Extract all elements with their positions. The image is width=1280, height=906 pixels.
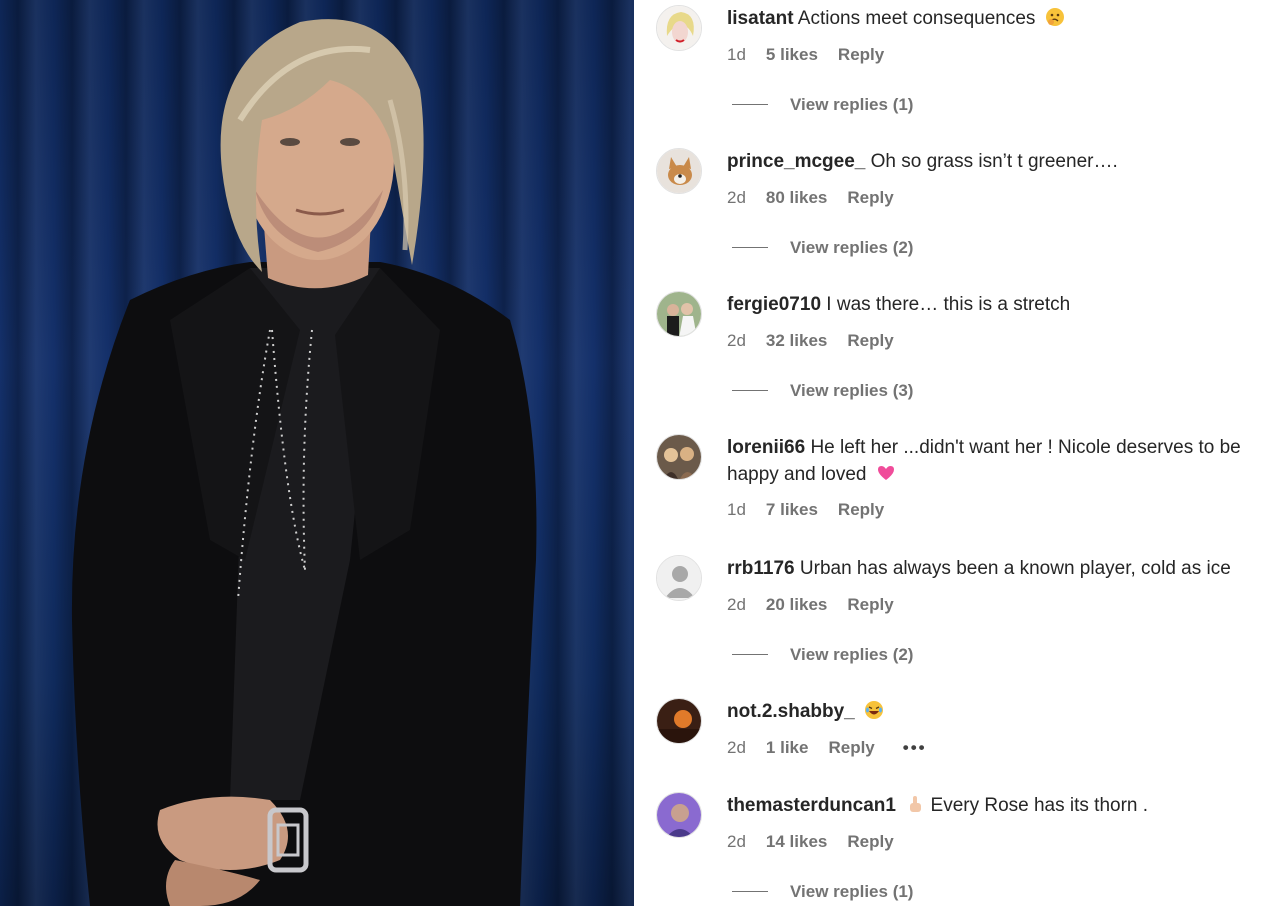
comments-list: lisatant Actions meet consequences 1d 5 l… bbox=[634, 0, 1280, 906]
likes-count[interactable]: 32 likes bbox=[766, 331, 827, 350]
avatar[interactable] bbox=[656, 698, 702, 744]
likes-count[interactable]: 5 likes bbox=[766, 45, 818, 64]
default-avatar-icon bbox=[657, 556, 701, 600]
comment-text: Actions meet consequences bbox=[797, 8, 1036, 29]
username[interactable]: themasterduncan1 bbox=[727, 795, 896, 816]
reply-button[interactable]: Reply bbox=[847, 331, 893, 350]
username[interactable]: not.2.shabby_ bbox=[727, 701, 855, 722]
divider bbox=[732, 104, 768, 105]
avatar-group-photo-icon bbox=[657, 435, 701, 479]
avatar[interactable] bbox=[656, 792, 702, 838]
avatar[interactable] bbox=[656, 5, 702, 51]
view-replies-label: View replies (3) bbox=[790, 381, 914, 400]
divider bbox=[732, 247, 768, 248]
reply-button[interactable]: Reply bbox=[838, 45, 884, 64]
view-replies-button[interactable]: View replies (2) bbox=[732, 238, 913, 258]
username[interactable]: fergie0710 bbox=[727, 294, 821, 315]
comment-time: 2d bbox=[727, 832, 746, 851]
view-replies-label: View replies (2) bbox=[790, 645, 914, 664]
comment-text: Oh so grass isn’t t greener…. bbox=[870, 151, 1118, 172]
avatar-portrait-icon bbox=[657, 793, 701, 837]
thinking-face-emoji-icon bbox=[1045, 8, 1064, 26]
laughing-face-emoji-icon bbox=[865, 701, 884, 719]
view-replies-label: View replies (1) bbox=[790, 95, 914, 114]
view-replies-button[interactable]: View replies (3) bbox=[732, 381, 913, 401]
likes-count[interactable]: 7 likes bbox=[766, 500, 818, 519]
avatar[interactable] bbox=[656, 148, 702, 194]
man-in-black-suit-photo bbox=[71, 19, 537, 906]
reply-button[interactable]: Reply bbox=[838, 500, 884, 519]
username[interactable]: prince_mcgee_ bbox=[727, 151, 865, 172]
pink-heart-emoji-icon bbox=[877, 466, 894, 480]
pointing-up-emoji-icon bbox=[910, 796, 922, 812]
comment-text: I was there… this is a stretch bbox=[826, 294, 1071, 315]
reply-button[interactable]: Reply bbox=[828, 738, 874, 757]
likes-count[interactable]: 14 likes bbox=[766, 832, 827, 851]
comment-text: Urban has always been a known player, co… bbox=[799, 558, 1231, 579]
likes-count[interactable]: 80 likes bbox=[766, 188, 827, 207]
username[interactable]: lisatant bbox=[727, 8, 794, 29]
featured-photo bbox=[0, 0, 634, 906]
comment-time: 1d bbox=[727, 45, 746, 64]
view-replies-label: View replies (1) bbox=[790, 882, 914, 901]
avatar[interactable] bbox=[656, 291, 702, 337]
reply-button[interactable]: Reply bbox=[847, 832, 893, 851]
view-replies-button[interactable]: View replies (1) bbox=[732, 95, 913, 115]
username[interactable]: rrb1176 bbox=[727, 558, 795, 579]
divider bbox=[732, 654, 768, 655]
reply-button[interactable]: Reply bbox=[847, 595, 893, 614]
divider bbox=[732, 891, 768, 892]
comment-time: 1d bbox=[727, 500, 746, 519]
comment-time: 2d bbox=[727, 595, 746, 614]
likes-count[interactable]: 20 likes bbox=[766, 595, 827, 614]
comment-time: 2d bbox=[727, 331, 746, 350]
divider bbox=[732, 390, 768, 391]
likes-count[interactable]: 1 like bbox=[766, 738, 809, 757]
username[interactable]: lorenii66 bbox=[727, 437, 805, 458]
comment-time: 2d bbox=[727, 738, 746, 757]
avatar[interactable] bbox=[656, 555, 702, 601]
view-replies-button[interactable]: View replies (1) bbox=[732, 882, 913, 902]
comment-time: 2d bbox=[727, 188, 746, 207]
view-replies-button[interactable]: View replies (2) bbox=[732, 645, 913, 665]
more-options-icon[interactable]: ••• bbox=[903, 738, 927, 757]
reply-button[interactable]: Reply bbox=[847, 188, 893, 207]
comment-text: He left her ...didn't want her ! Nicole … bbox=[727, 437, 1241, 485]
avatar[interactable] bbox=[656, 434, 702, 480]
avatar-couple-icon bbox=[657, 292, 701, 336]
avatar-lisatant-icon bbox=[657, 6, 701, 50]
avatar-sunset-icon bbox=[657, 699, 701, 743]
comment-text: Every Rose has its thorn . bbox=[930, 795, 1149, 816]
avatar-dog-icon bbox=[657, 149, 701, 193]
view-replies-label: View replies (2) bbox=[790, 238, 914, 257]
